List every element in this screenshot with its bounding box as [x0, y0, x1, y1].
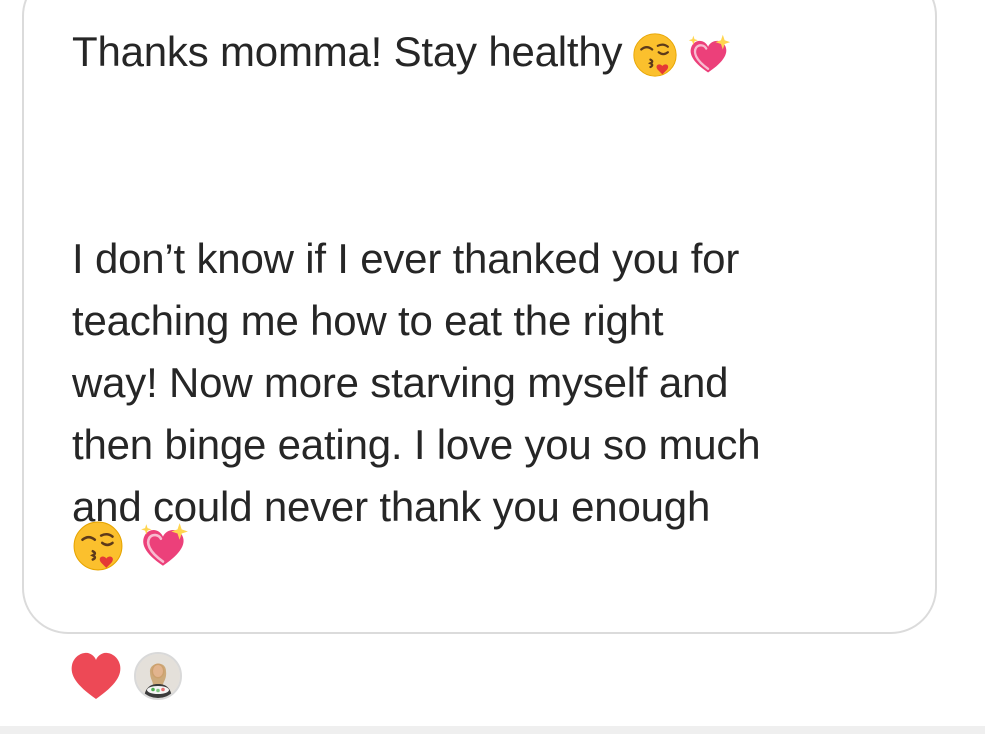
kissing-face-with-heart-icon: [632, 32, 678, 78]
message-bubble[interactable]: Thanks momma! Stay healthy I don’t know …: [22, 0, 937, 634]
message-line: way! Now more starving myself and: [72, 359, 729, 406]
message-emoji-row: [72, 518, 190, 574]
avatar[interactable]: [134, 652, 182, 700]
message-body: I don’t know if I ever thanked you for t…: [72, 228, 761, 538]
message-line: teaching me how to eat the right: [72, 297, 664, 344]
kissing-face-with-heart-icon: [72, 520, 124, 572]
sparkling-heart-icon: [686, 32, 732, 78]
message-line: I don’t know if I ever thanked you for: [72, 235, 740, 282]
greeting-text: Thanks momma! Stay healthy: [72, 28, 623, 75]
red-heart-icon[interactable]: [68, 650, 124, 702]
sparkling-heart-icon: [138, 520, 190, 572]
message-greeting: Thanks momma! Stay healthy: [72, 22, 732, 82]
message-line: then binge eating. I love you so much: [72, 421, 761, 468]
bottom-divider: [0, 726, 985, 734]
message-reactions[interactable]: [68, 650, 182, 702]
avatar-photo: [136, 654, 180, 698]
